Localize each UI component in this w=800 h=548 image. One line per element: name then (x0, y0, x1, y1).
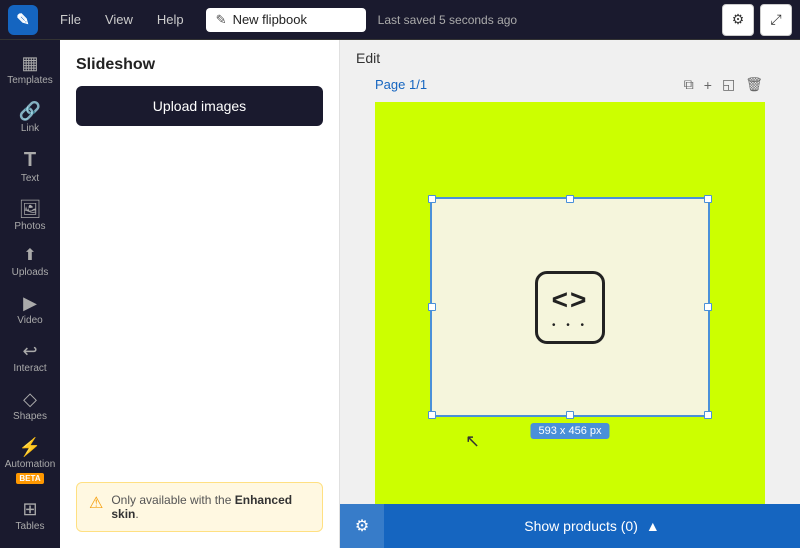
page-label: Page 1/1 (375, 77, 427, 92)
sidebar-label-video: Video (17, 315, 42, 326)
tables-icon: ⊞ (22, 500, 37, 518)
warning-icon: ⚠ (89, 493, 103, 513)
upload-images-button[interactable]: Upload images (76, 86, 323, 126)
add-page-button[interactable]: + (702, 74, 714, 95)
photos-icon: 🖼 (19, 200, 42, 218)
flipbook-title[interactable]: New flipbook (233, 12, 307, 27)
warning-text-before: Only available with the (111, 493, 234, 507)
page-actions: ⧉ + ◱ 🗑 (682, 74, 765, 95)
cursor-indicator: ↖ (465, 431, 480, 452)
warning-box: ⚠ Only available with the Enhanced skin. (76, 482, 323, 532)
code-arrows: <> (552, 284, 589, 316)
edit-icon: ✎ (216, 12, 227, 28)
sidebar-item-shapes[interactable]: ◇ Shapes (4, 384, 56, 428)
code-dots: • • • (552, 320, 588, 331)
settings-button[interactable]: ⚙ (722, 4, 754, 36)
flipbook-title-wrap[interactable]: ✎ New flipbook (206, 8, 366, 32)
layout: ▦ Templates 🔗 Link T Text 🖼 Photos ⬆ Upl… (0, 40, 800, 548)
uploads-icon: ⬆ (23, 248, 36, 264)
sidebar-label-link: Link (21, 123, 39, 134)
sidebar-item-automation[interactable]: ⚡ Automation BETA (4, 432, 56, 490)
menu-file[interactable]: File (50, 8, 91, 31)
topbar: ✎ File View Help ✎ New flipbook Last sav… (0, 0, 800, 40)
show-products-button[interactable]: Show products (0) ▲ (384, 504, 800, 548)
link-icon: 🔗 (19, 102, 41, 120)
sidebar-item-interact[interactable]: ↩ Interact (4, 336, 56, 380)
sidebar-item-text[interactable]: T Text (4, 144, 56, 190)
templates-icon: ▦ (21, 54, 38, 72)
menu-help[interactable]: Help (147, 8, 194, 31)
sidebar-label-templates: Templates (7, 75, 53, 86)
sidebar-label-shapes: Shapes (13, 411, 47, 422)
app-logo[interactable]: ✎ (8, 5, 38, 35)
resize-handle-top-left[interactable] (428, 195, 436, 203)
embed-block[interactable]: <> • • • 593 x 456 px (430, 197, 710, 417)
chevron-up-icon: ▲ (646, 518, 660, 534)
sidebar-label-automation: Automation (5, 459, 56, 470)
resize-handle-top-mid[interactable] (566, 195, 574, 203)
sidebar-label-interact: Interact (13, 363, 46, 374)
warning-text: Only available with the Enhanced skin. (111, 493, 310, 521)
main-area: Edit Page 1/1 ⧉ + ◱ 🗑 (340, 40, 800, 548)
text-icon: T (24, 150, 36, 170)
sidebar-item-templates[interactable]: ▦ Templates (4, 48, 56, 92)
sidebar-label-text: Text (21, 173, 39, 184)
delete-page-button[interactable]: 🗑 (743, 74, 765, 95)
sidebar-item-photos[interactable]: 🖼 Photos (4, 194, 56, 238)
sidebar-label-uploads: Uploads (12, 267, 49, 278)
save-status: Last saved 5 seconds ago (378, 13, 710, 27)
sidebar-label-photos: Photos (14, 221, 45, 232)
sidebar-item-tables[interactable]: ⊞ Tables (4, 494, 56, 538)
sidebar-label-tables: Tables (16, 521, 45, 532)
sidebar-item-link[interactable]: 🔗 Link (4, 96, 56, 140)
settings-icon: ⚙ (732, 11, 745, 28)
resize-handle-mid-right[interactable] (704, 303, 712, 311)
edit-header: Edit (340, 40, 800, 66)
left-panel: Slideshow Upload images ⚠ Only available… (60, 40, 340, 548)
canvas-area[interactable]: Page 1/1 ⧉ + ◱ 🗑 (340, 66, 800, 548)
bottom-gear-button[interactable]: ⚙ (340, 504, 384, 548)
beta-badge: BETA (16, 473, 43, 484)
top-right-buttons: ⚙ ⤢ (722, 4, 792, 36)
gear-icon: ⚙ (355, 516, 369, 536)
sidebar-item-video[interactable]: ▶ Video (4, 288, 56, 332)
panel-title: Slideshow (76, 56, 323, 74)
top-menu: File View Help (50, 8, 194, 31)
duplicate-page-button[interactable]: ◱ (720, 74, 737, 95)
resize-handle-bot-mid[interactable] (566, 411, 574, 419)
code-embed-icon: <> • • • (535, 271, 606, 344)
menu-view[interactable]: View (95, 8, 143, 31)
show-products-label: Show products (0) (524, 518, 638, 534)
video-icon: ▶ (23, 294, 37, 312)
copy-page-button[interactable]: ⧉ (682, 74, 696, 95)
interact-icon: ↩ (22, 342, 37, 360)
warning-text-after: . (135, 507, 138, 521)
resize-handle-top-right[interactable] (704, 195, 712, 203)
resize-handle-mid-left[interactable] (428, 303, 436, 311)
resize-handle-bot-right[interactable] (704, 411, 712, 419)
logo-icon: ✎ (16, 10, 29, 30)
canvas-container[interactable]: <> • • • 593 x 456 px ↖ (375, 102, 765, 532)
share-button[interactable]: ⤢ (760, 4, 792, 36)
sidebar-item-uploads[interactable]: ⬆ Uploads (4, 242, 56, 284)
share-icon: ⤢ (770, 11, 781, 28)
resize-handle-bot-left[interactable] (428, 411, 436, 419)
bottom-bar: ⚙ Show products (0) ▲ (340, 504, 800, 548)
size-badge: 593 x 456 px (531, 423, 610, 439)
page-label-bar: Page 1/1 ⧉ + ◱ 🗑 (375, 74, 765, 95)
sidebar: ▦ Templates 🔗 Link T Text 🖼 Photos ⬆ Upl… (0, 40, 60, 548)
shapes-icon: ◇ (23, 390, 37, 408)
automation-icon: ⚡ (19, 438, 41, 456)
